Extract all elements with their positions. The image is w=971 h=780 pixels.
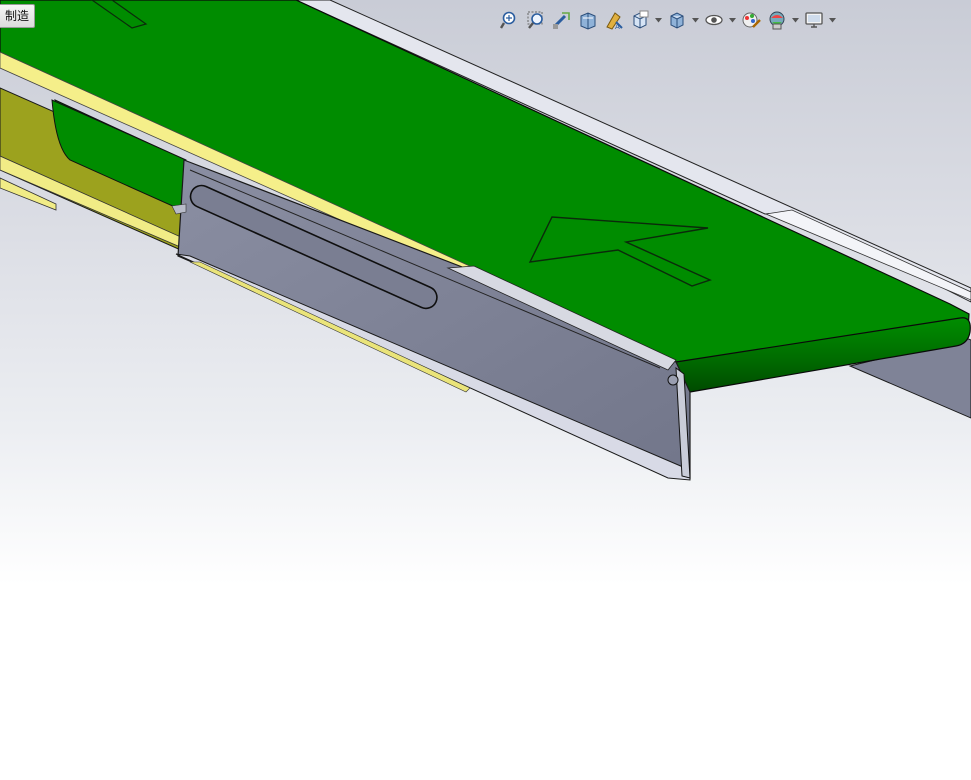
view-settings-dropdown-chevron-icon[interactable] — [828, 7, 837, 33]
model-scene[interactable] — [0, 0, 971, 780]
hide-show-items-icon[interactable] — [702, 7, 726, 33]
zoom-to-area-icon[interactable] — [524, 7, 548, 33]
apply-scene-icon[interactable] — [765, 7, 789, 33]
hide-show-items-dropdown-chevron-icon[interactable] — [728, 7, 737, 33]
edit-appearance-icon[interactable] — [739, 7, 763, 33]
apply-scene-dropdown-chevron-icon[interactable] — [791, 7, 800, 33]
dynamic-annotation-views-icon[interactable]: A — [602, 7, 626, 33]
zoom-to-fit-icon[interactable] — [498, 7, 522, 33]
heads-up-view-toolbar: A — [498, 6, 837, 34]
roller-axle-bolt — [667, 374, 679, 386]
display-style-dropdown-chevron-icon[interactable] — [691, 7, 700, 33]
svg-text:A: A — [615, 23, 620, 30]
view-orientation-icon[interactable] — [628, 7, 652, 33]
display-style-icon[interactable] — [665, 7, 689, 33]
view-settings-icon[interactable] — [802, 7, 826, 33]
view-orientation-dropdown-chevron-icon[interactable] — [654, 7, 663, 33]
previous-view-icon[interactable] — [550, 7, 574, 33]
manufacturing-tab[interactable]: 制造 — [0, 4, 36, 28]
graphics-viewport[interactable] — [0, 0, 971, 780]
section-view-icon[interactable] — [576, 7, 600, 33]
